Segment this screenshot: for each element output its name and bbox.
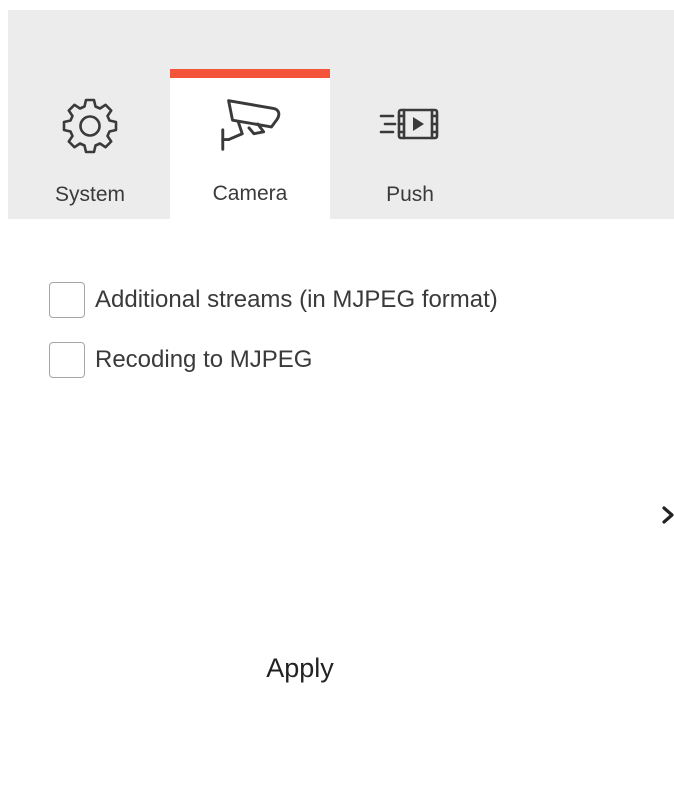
fast-forward-video-icon	[375, 94, 445, 154]
option-additional-streams[interactable]: Additional streams (in MJPEG format)	[49, 282, 498, 318]
gear-icon	[55, 94, 125, 154]
cctv-camera-icon	[215, 95, 285, 155]
settings-page: System Camera Push Additional streams (i…	[0, 0, 674, 805]
apply-button[interactable]: Apply	[230, 640, 370, 696]
tab-push-label: Push	[386, 183, 434, 206]
additional-streams-label: Additional streams (in MJPEG format)	[95, 286, 498, 313]
tab-push[interactable]: Push	[330, 68, 490, 219]
tab-camera-label: Camera	[212, 182, 288, 205]
chevron-right-icon[interactable]	[656, 495, 674, 535]
tab-system-label: System	[54, 183, 125, 206]
option-recoding-mjpeg[interactable]: Recoding to MJPEG	[49, 342, 312, 378]
recoding-mjpeg-label: Recoding to MJPEG	[95, 346, 313, 373]
recoding-mjpeg-checkbox[interactable]	[49, 342, 85, 378]
tab-bar: System Camera Push	[8, 10, 674, 219]
additional-streams-checkbox[interactable]	[49, 282, 85, 318]
tab-camera[interactable]: Camera	[170, 69, 330, 219]
tab-system[interactable]: System	[10, 68, 170, 219]
top-band	[8, 0, 674, 10]
